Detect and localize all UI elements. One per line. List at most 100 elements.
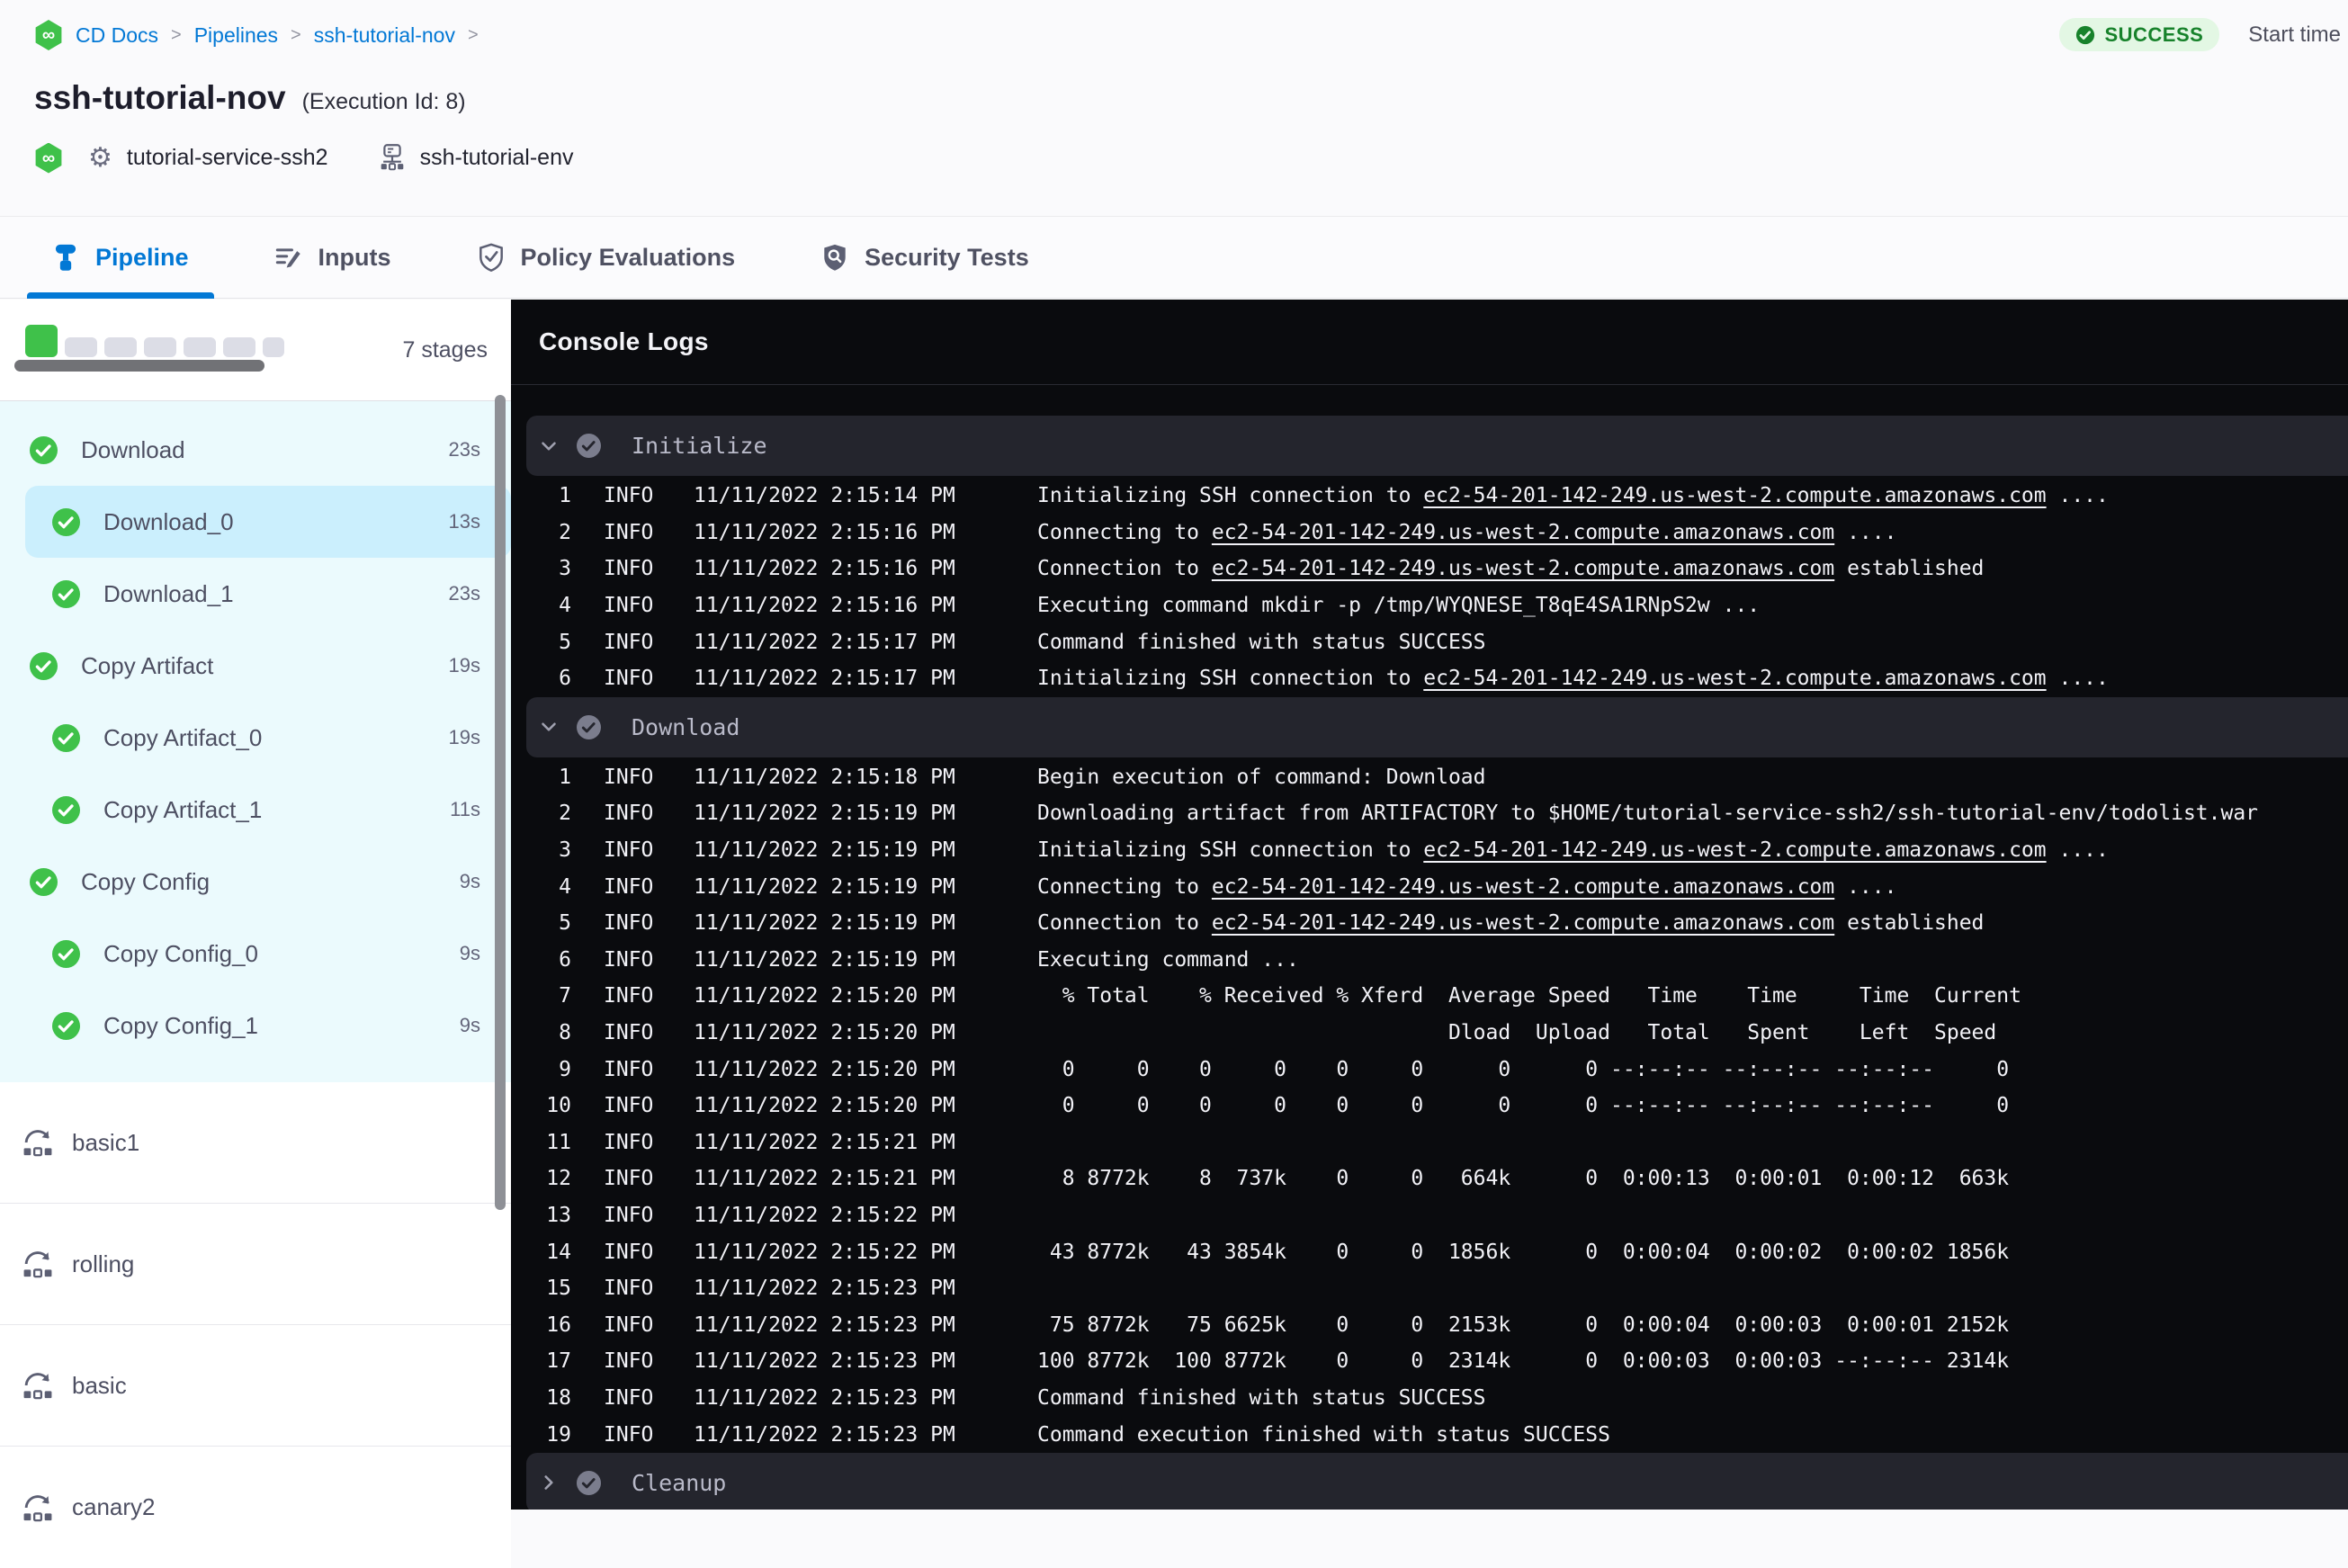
stage-row[interactable]: Download 23s [0, 414, 511, 486]
progress-square-pending [65, 337, 97, 357]
log-text: Command finished with status SUCCESS [1037, 630, 1486, 654]
log-line: 19 INFO 11/11/2022 2:15:23 PM Command ex… [514, 1416, 2348, 1453]
stage-duration: 23s [448, 582, 480, 605]
log-host-link[interactable]: ec2-54-201-142-249.us-west-2.compute.ama… [1212, 521, 1834, 544]
log-line: 14 INFO 11/11/2022 2:15:22 PM 43 8772k 4… [514, 1233, 2348, 1270]
log-text: % Total % Received % Xferd Average Speed… [1037, 984, 2021, 1008]
pipeline-list-item[interactable]: canary2 [0, 1447, 511, 1568]
log-text: Connection to [1037, 911, 1212, 936]
vertical-scrollbar[interactable] [495, 395, 506, 1210]
log-level: INFO [604, 630, 654, 654]
log-line: 9 INFO 11/11/2022 2:15:20 PM 0 0 0 0 0 0… [514, 1051, 2348, 1088]
stage-row[interactable]: Download_1 23s [0, 558, 511, 630]
stage-row[interactable]: Copy Config_0 9s [0, 918, 511, 990]
log-timestamp: 11/11/2022 2:15:22 PM [694, 1203, 955, 1227]
stage-row[interactable]: Copy Artifact 19s [0, 630, 511, 702]
log-line-number: 5 [559, 911, 571, 936]
tab-inputs-label: Inputs [318, 243, 391, 271]
execution-id-label: (Execution Id: 8) [301, 89, 466, 114]
log-host-link[interactable]: ec2-54-201-142-249.us-west-2.compute.ama… [1423, 484, 2046, 507]
log-line: 15 INFO 11/11/2022 2:15:23 PM [514, 1270, 2348, 1307]
log-message: Connecting to ec2-54-201-142-249.us-west… [1037, 875, 1896, 899]
pipeline-list-item[interactable]: basic1 [0, 1082, 511, 1204]
page-header: ∞ CD Docs > Pipelines > ssh-tutorial-nov… [0, 0, 2348, 216]
stage-row[interactable]: Copy Artifact_1 11s [0, 774, 511, 846]
log-message: Executing command ... [1037, 948, 1299, 972]
log-timestamp: 11/11/2022 2:15:23 PM [694, 1277, 955, 1301]
log-line: 2 INFO 11/11/2022 2:15:19 PM Downloading… [514, 795, 2348, 832]
log-text: Initializing SSH connection to [1037, 667, 1424, 691]
stage-duration: 9s [459, 942, 480, 964]
log-text: Executing command mkdir -p /tmp/WYQNESE_… [1037, 594, 1761, 618]
stage-progress-block: 7 stages [0, 300, 511, 401]
stage-row[interactable]: Download_0 13s [25, 486, 511, 558]
log-level: INFO [604, 1057, 654, 1081]
pipeline-list-item[interactable]: rolling [0, 1204, 511, 1325]
log-host-link[interactable]: ec2-54-201-142-249.us-west-2.compute.ama… [1212, 557, 1834, 580]
log-text: established [1834, 911, 1985, 936]
tab-inputs[interactable]: Inputs [250, 217, 417, 298]
console-section-header[interactable]: Download [526, 696, 2348, 757]
log-level: INFO [604, 520, 654, 544]
breadcrumb-link-project[interactable]: CD Docs [76, 23, 158, 48]
log-level: INFO [604, 1277, 654, 1301]
log-host-link[interactable]: ec2-54-201-142-249.us-west-2.compute.ama… [1423, 838, 2046, 862]
stage-name: Download_1 [103, 579, 234, 607]
check-circle-icon [2076, 25, 2095, 44]
breadcrumb: ∞ CD Docs > Pipelines > ssh-tutorial-nov… [34, 20, 479, 50]
stage-row[interactable]: Copy Config_1 9s [0, 990, 511, 1062]
stage-name: Download_0 [103, 507, 234, 535]
log-text: Dload Upload Total Spent Left Speed [1037, 1021, 1997, 1045]
tab-security-tests-label: Security Tests [865, 243, 1029, 271]
log-text: .... [2046, 838, 2109, 863]
breadcrumb-link-pipelines[interactable]: Pipelines [194, 23, 278, 48]
log-line: 4 INFO 11/11/2022 2:15:19 PM Connecting … [514, 868, 2348, 905]
tab-security-tests[interactable]: Security Tests [796, 217, 1054, 298]
check-circle-icon [577, 434, 601, 458]
log-line-number: 9 [559, 1057, 571, 1081]
log-line: 7 INFO 11/11/2022 2:15:20 PM % Total % R… [514, 978, 2348, 1015]
log-level: INFO [604, 765, 654, 789]
page-title: ssh-tutorial-nov [34, 79, 286, 116]
log-line: 13 INFO 11/11/2022 2:15:22 PM [514, 1197, 2348, 1234]
log-line-number: 1 [559, 765, 571, 789]
log-line: 2 INFO 11/11/2022 2:15:16 PM Connecting … [514, 515, 2348, 551]
log-host-link[interactable]: ec2-54-201-142-249.us-west-2.compute.ama… [1212, 875, 1834, 899]
tab-pipeline[interactable]: Pipeline [27, 217, 214, 299]
breadcrumb-link-pipeline[interactable]: ssh-tutorial-nov [314, 23, 455, 48]
log-timestamp: 11/11/2022 2:15:23 PM [694, 1349, 955, 1374]
log-text: Connecting to [1037, 874, 1212, 899]
log-level: INFO [604, 1021, 654, 1045]
log-text: established [1834, 557, 1985, 581]
pipeline-icon [55, 244, 76, 271]
log-host-link[interactable]: ec2-54-201-142-249.us-west-2.compute.ama… [1212, 911, 1834, 935]
chevron-down-icon[interactable] [537, 435, 560, 458]
log-line-number: 10 [546, 1094, 571, 1118]
pipeline-list: basic1 rolling basic canary2 [0, 1082, 511, 1568]
check-circle-icon [52, 939, 80, 968]
check-circle-icon [577, 1470, 601, 1495]
log-message: 0 0 0 0 0 0 0 0 --:--:-- --:--:-- --:--:… [1037, 1058, 2009, 1081]
horizontal-scrollbar[interactable] [14, 360, 264, 372]
log-timestamp: 11/11/2022 2:15:19 PM [694, 838, 955, 863]
stage-row[interactable]: Copy Artifact_0 19s [0, 702, 511, 774]
chevron-down-icon[interactable] [537, 1471, 560, 1494]
log-line-number: 3 [559, 557, 571, 581]
chevron-down-icon[interactable] [537, 715, 560, 739]
pipeline-list-item[interactable]: basic [0, 1325, 511, 1447]
console-section-header[interactable]: Cleanup [526, 1452, 2348, 1510]
log-line-number: 5 [559, 630, 571, 654]
log-line: 5 INFO 11/11/2022 2:15:19 PM Connection … [514, 905, 2348, 942]
console-section-header[interactable]: Initialize [526, 416, 2348, 476]
log-text: 75 8772k 75 6625k 0 0 2153k 0 0:00:04 0:… [1037, 1313, 2010, 1337]
stage-duration: 19s [448, 726, 480, 748]
tab-policy-evaluations[interactable]: Policy Evaluations [453, 217, 761, 298]
log-timestamp: 11/11/2022 2:15:23 PM [694, 1385, 955, 1410]
check-circle-icon [52, 507, 80, 536]
log-message: Initializing SSH connection to ec2-54-20… [1037, 838, 2109, 862]
log-host-link[interactable]: ec2-54-201-142-249.us-west-2.compute.ama… [1423, 667, 2046, 690]
log-timestamp: 11/11/2022 2:15:21 PM [694, 1167, 955, 1191]
log-text: Command finished with status SUCCESS [1037, 1385, 1486, 1410]
stage-row[interactable]: Copy Config 9s [0, 846, 511, 918]
log-line: 5 INFO 11/11/2022 2:15:17 PM Command fin… [514, 623, 2348, 660]
